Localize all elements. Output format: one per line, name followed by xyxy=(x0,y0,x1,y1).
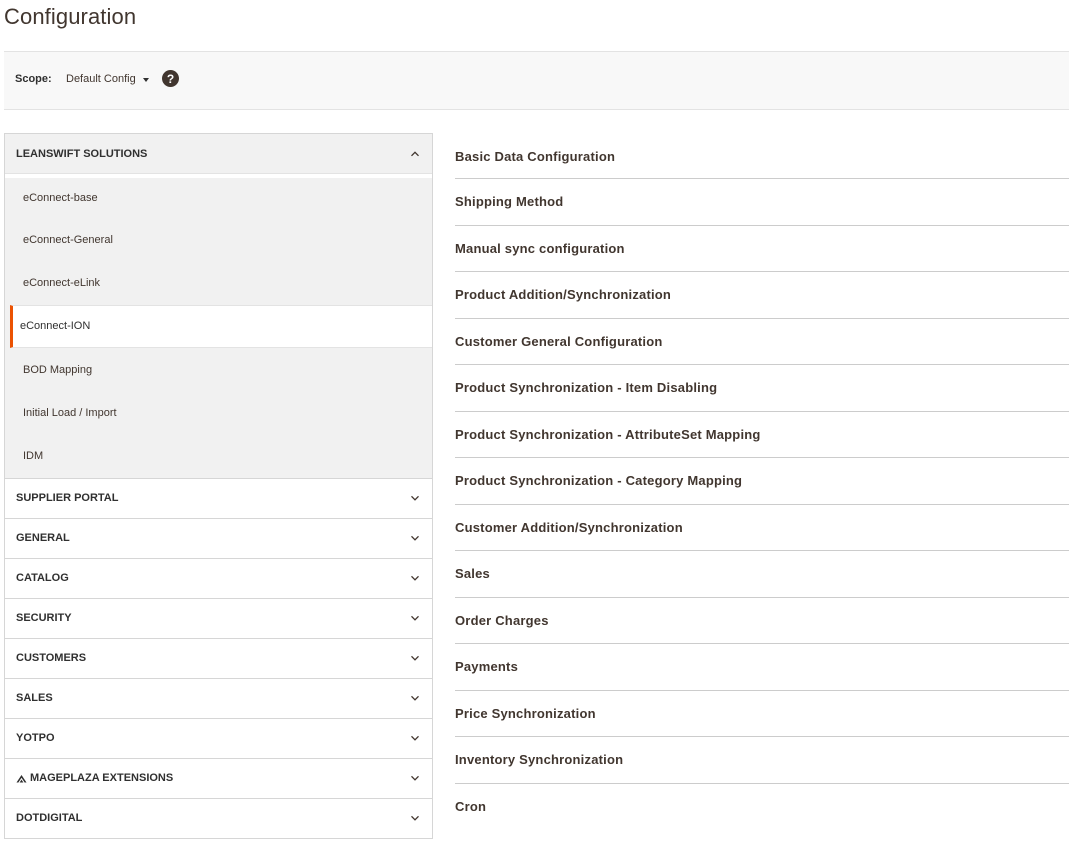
group-sales[interactable]: Sales xyxy=(455,551,1069,598)
section-customers[interactable]: CUSTOMERS xyxy=(5,638,432,679)
caret-down-icon xyxy=(142,77,149,82)
sidebar-item-econnect-ion[interactable]: eConnect-ION xyxy=(10,304,432,348)
section-title: DOTDIGITAL xyxy=(16,812,83,825)
chevron-down-icon xyxy=(411,776,419,782)
chevron-down-icon xyxy=(411,536,419,542)
sidebar-item-econnect-elink[interactable]: eConnect-eLink xyxy=(5,261,432,304)
chevron-down-icon xyxy=(411,696,419,702)
section-title: GENERAL xyxy=(16,532,70,545)
group-basic-data-configuration[interactable]: Basic Data Configuration xyxy=(455,133,1069,179)
section-title: CATALOG xyxy=(16,572,69,585)
section-title: SALES xyxy=(16,692,53,705)
group-manual-sync-configuration[interactable]: Manual sync configuration xyxy=(455,226,1069,272)
group-order-charges[interactable]: Order Charges xyxy=(455,598,1069,644)
chevron-up-icon xyxy=(411,150,419,156)
section-title: MAGEPLAZA EXTENSIONS xyxy=(30,772,174,785)
group-product-sync-attributeset-mapping[interactable]: Product Synchronization - AttributeSet M… xyxy=(455,412,1069,458)
group-inventory-synchronization[interactable]: Inventory Synchronization xyxy=(455,737,1069,784)
section-items: eConnect-base eConnect-General eConnect-… xyxy=(5,178,432,479)
section-security[interactable]: SECURITY xyxy=(5,598,432,639)
chevron-down-icon xyxy=(411,736,419,742)
chevron-down-icon xyxy=(411,656,419,662)
section-yotpo[interactable]: YOTPO xyxy=(5,718,432,759)
scope-value: Default Config xyxy=(66,73,136,85)
section-leanswift-solutions[interactable]: LEANSWIFT SOLUTIONS xyxy=(5,134,432,174)
group-product-sync-category-mapping[interactable]: Product Synchronization - Category Mappi… xyxy=(455,458,1069,505)
group-customer-addition-synchronization[interactable]: Customer Addition/Synchronization xyxy=(455,505,1069,551)
group-product-addition-synchronization[interactable]: Product Addition/Synchronization xyxy=(455,272,1069,319)
sidebar-item-econnect-general[interactable]: eConnect-General xyxy=(5,218,432,261)
section-title: SUPPLIER PORTAL xyxy=(16,492,119,505)
chevron-down-icon xyxy=(411,576,419,582)
sidebar-item-bod-mapping[interactable]: BOD Mapping xyxy=(5,348,432,391)
section-supplier-portal[interactable]: SUPPLIER PORTAL xyxy=(5,478,432,519)
sidebar-item-econnect-base[interactable]: eConnect-base xyxy=(5,178,432,218)
page-title: Configuration xyxy=(4,4,137,29)
section-title: SECURITY xyxy=(16,612,72,625)
section-general[interactable]: GENERAL xyxy=(5,518,432,559)
scope-label: Scope: xyxy=(15,73,52,85)
question-circle-icon[interactable]: ? xyxy=(162,70,179,87)
group-shipping-method[interactable]: Shipping Method xyxy=(455,179,1069,226)
section-catalog[interactable]: CATALOG xyxy=(5,558,432,599)
scope-bar: Scope: Default Config ? xyxy=(4,51,1069,110)
chevron-down-icon xyxy=(411,616,419,622)
sidebar-item-initial-load-import[interactable]: Initial Load / Import xyxy=(5,391,432,434)
scope-switcher[interactable]: Default Config xyxy=(66,73,149,85)
section-title: YOTPO xyxy=(16,732,55,745)
chevron-down-icon xyxy=(411,816,419,822)
group-cron[interactable]: Cron xyxy=(455,784,1069,831)
group-price-synchronization[interactable]: Price Synchronization xyxy=(455,691,1069,737)
config-sidebar: LEANSWIFT SOLUTIONS eConnect-base eConne… xyxy=(4,133,433,839)
section-dotdigital[interactable]: DOTDIGITAL xyxy=(5,798,432,839)
section-title: CUSTOMERS xyxy=(16,652,87,665)
chevron-down-icon xyxy=(411,496,419,502)
group-product-sync-item-disabling[interactable]: Product Synchronization - Item Disabling xyxy=(455,365,1069,412)
group-customer-general-configuration[interactable]: Customer General Configuration xyxy=(455,319,1069,365)
group-payments[interactable]: Payments xyxy=(455,644,1069,691)
mageplaza-logo-icon xyxy=(16,774,27,783)
section-sales[interactable]: SALES xyxy=(5,678,432,719)
section-mageplaza-extensions[interactable]: MAGEPLAZA EXTENSIONS xyxy=(5,758,432,799)
sidebar-item-idm[interactable]: IDM xyxy=(5,434,432,477)
config-groups: Basic Data Configuration Shipping Method… xyxy=(455,133,1069,830)
section-title-wrap: MAGEPLAZA EXTENSIONS xyxy=(16,772,173,784)
section-title: LEANSWIFT SOLUTIONS xyxy=(16,147,148,160)
